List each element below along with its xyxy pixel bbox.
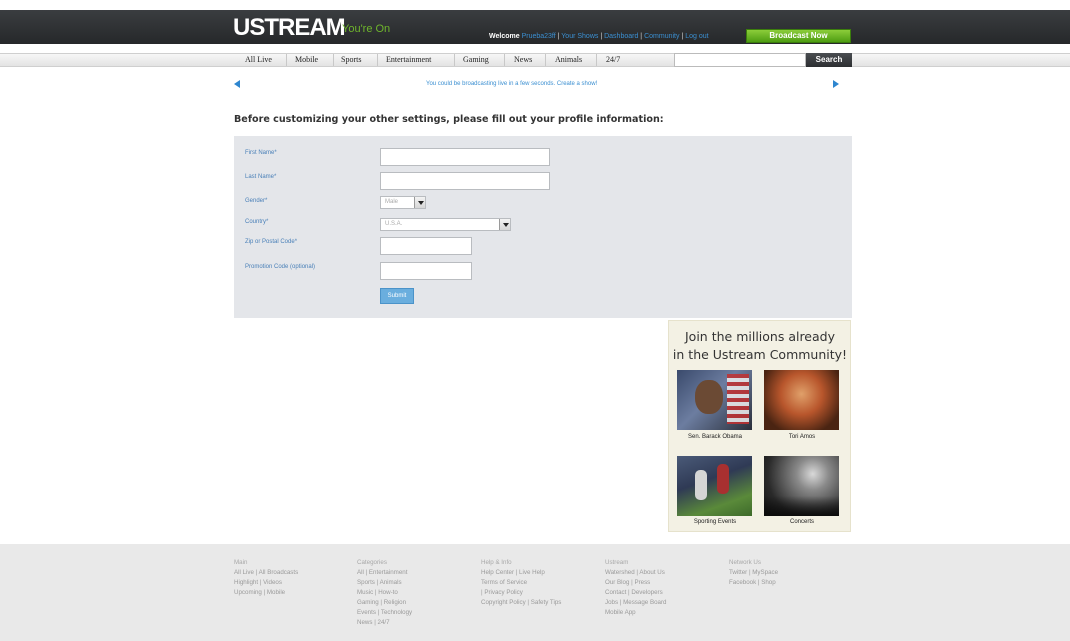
footer-link[interactable]: Terms of Service [481,578,561,588]
footer-link[interactable]: Copyright Policy | Safety Tips [481,598,561,608]
country-label: Country* [245,219,269,225]
sporting-events-photo[interactable] [677,456,752,516]
first-name-label: First Name* [245,150,277,156]
nav-divider [333,54,334,66]
footer-link[interactable]: Twitter | MySpace [729,568,778,578]
submit-button[interactable]: Submit [380,288,414,304]
footer-heading: Main [234,559,248,566]
arrow-left-icon[interactable] [234,80,240,88]
country-select[interactable]: U.S.A. [380,218,511,231]
nav-24-7[interactable]: 24/7 [606,54,620,66]
footer-link[interactable]: News | 24/7 [357,618,412,628]
zip-label: Zip or Postal Code* [245,239,298,245]
footer-link[interactable]: All Live | All Broadcasts [234,568,298,578]
dashboard-link[interactable]: Dashboard [604,33,638,40]
footer-link[interactable]: Mobile App [605,608,666,618]
broadcast-now-button[interactable]: Broadcast Now [746,29,851,43]
footer-column-categories: Categories All | Entertainment Sports | … [357,558,412,628]
nav-mobile[interactable]: Mobile [295,54,318,66]
community-headline-line1: Join the millions already [685,329,835,344]
footer-link[interactable]: Highlight | Videos [234,578,298,588]
footer-heading: Ustream [605,559,629,566]
promo-code-label: Promotion Code (optional) [245,264,316,270]
tori-amos-photo[interactable] [764,370,839,430]
chevron-down-icon[interactable] [499,219,510,230]
category-nav [0,53,1070,67]
first-name-field[interactable] [380,148,550,166]
footer-heading: Help & Info [481,559,512,566]
page-title: Before customizing your other settings, … [234,114,664,125]
footer-link[interactable]: Gaming | Religion [357,598,412,608]
nav-divider [596,54,597,66]
footer-link[interactable]: Help Center | Live Help [481,568,561,578]
logout-link[interactable]: Log out [685,33,708,40]
footer-heading: Network Us [729,559,761,566]
welcome-text: Welcome [489,33,520,40]
nav-gaming[interactable]: Gaming [463,54,489,66]
nav-all-live[interactable]: All Live [245,54,272,66]
your-shows-link[interactable]: Your Shows [561,33,598,40]
footer-heading: Categories [357,559,387,566]
footer-link[interactable]: Jobs | Message Board [605,598,666,608]
arrow-right-icon[interactable] [833,80,839,88]
footer-link[interactable]: All | Entertainment [357,568,412,578]
thumb-caption[interactable]: Sen. Barack Obama [675,434,755,440]
nav-animals[interactable]: Animals [555,54,582,66]
account-links: Welcome Prueba23ff | Your Shows | Dashbo… [489,33,709,40]
nav-divider [545,54,546,66]
footer-link[interactable]: Facebook | Shop [729,578,778,588]
nav-sports[interactable]: Sports [341,54,361,66]
gender-value: Male [385,199,399,205]
footer-link[interactable]: Contact | Developers [605,588,666,598]
gender-label: Gender* [245,198,268,204]
nav-divider [504,54,505,66]
zip-field[interactable] [380,237,472,255]
footer-link[interactable]: Our Blog | Press [605,578,666,588]
nav-divider [286,54,287,66]
nav-divider [454,54,455,66]
footer-column-ustream: Ustream Watershed | About Us Our Blog | … [605,558,666,618]
last-name-label: Last Name* [245,174,277,180]
nav-news[interactable]: News [514,54,532,66]
thumb-caption[interactable]: Sporting Events [675,519,755,525]
page: USTREAM You're On Welcome Prueba23ff | Y… [0,0,1070,641]
thumb-caption[interactable]: Tori Amos [762,434,842,440]
username-link[interactable]: Prueba23ff [522,33,556,40]
footer-link[interactable]: Events | Technology [357,608,412,618]
obama-photo[interactable] [677,370,752,430]
footer-column-network: Network Us Twitter | MySpace Facebook | … [729,558,778,588]
thumb-caption[interactable]: Concerts [762,519,842,525]
search-input[interactable] [674,53,806,67]
footer-column-main: Main All Live | All Broadcasts Highlight… [234,558,298,598]
community-headline-line2: in the Ustream Community! [672,347,848,362]
concerts-photo[interactable] [764,456,839,516]
nav-divider [377,54,378,66]
gender-select[interactable]: Male [380,196,426,209]
community-link[interactable]: Community [644,33,679,40]
footer-link[interactable]: Upcoming | Mobile [234,588,298,598]
country-value: U.S.A. [385,221,403,227]
community-headline: Join the millions already in the Ustream… [672,328,848,364]
footer-column-help: Help & Info Help Center | Live Help Term… [481,558,561,608]
ustream-logo[interactable]: USTREAM [233,14,346,42]
nav-entertainment[interactable]: Entertainment [386,54,431,66]
chevron-down-icon[interactable] [414,197,425,208]
footer-link[interactable]: Sports | Animals [357,578,412,588]
promo-link[interactable]: You could be broadcasting live in a few … [426,81,597,87]
last-name-field[interactable] [380,172,550,190]
footer-link[interactable]: Watershed | About Us [605,568,666,578]
search-button[interactable]: Search [806,53,852,67]
logo-tagline: You're On [342,23,391,35]
promo-code-field[interactable] [380,262,472,280]
footer-link[interactable]: | Privacy Policy [481,588,561,598]
footer-link[interactable]: Music | How-to [357,588,412,598]
